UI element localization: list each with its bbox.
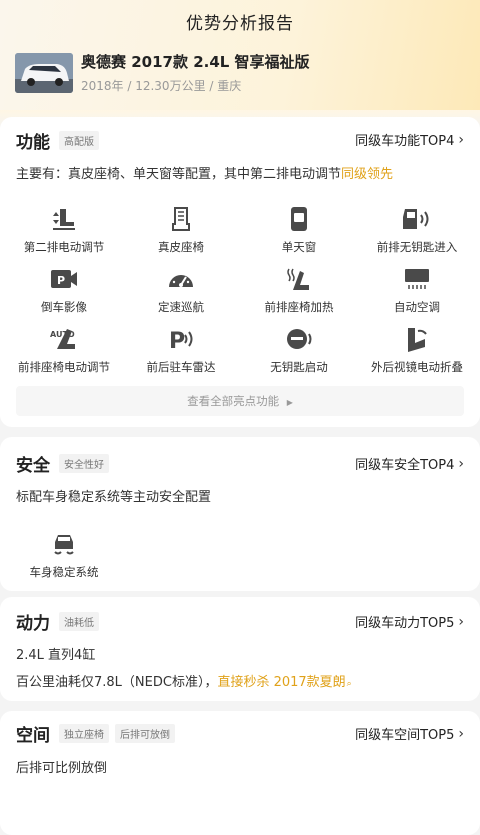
feature-label: 车身稳定系统 xyxy=(29,565,99,579)
features-card: 功能 高配版 同级车功能TOP4 › 主要有：真皮座椅、单天窗等配置，其中第二排… xyxy=(0,117,480,427)
feature-item[interactable]: 无钥匙启动 xyxy=(239,325,359,375)
power-card: 动力 油耗低 同级车动力TOP5 › 2.4L 直列4缸 百公里油耗仅7.8L（… xyxy=(0,597,480,701)
stability-control-icon xyxy=(54,535,74,555)
chevron-right-icon: › xyxy=(458,455,464,472)
section-tag: 高配版 xyxy=(59,131,99,150)
engine-spec: 2.4L 直列4缸 xyxy=(16,648,96,663)
section-title: 功能 xyxy=(16,133,50,153)
report-header: 优势分析报告 奥德赛 2017款 2.4L 智享福祉版 2018年 / 12.3… xyxy=(0,0,480,110)
safety-card: 安全 安全性好 同级车安全TOP4 › 标配车身稳定系统等主动安全配置 车身稳定… xyxy=(0,437,480,591)
chevron-right-icon: › xyxy=(458,613,464,630)
compare-link[interactable]: 直接秒杀 2017款夏朗⌕ xyxy=(217,675,351,690)
reverse-camera-icon: P xyxy=(51,270,77,288)
feature-label: 倒车影像 xyxy=(41,300,87,314)
feature-item[interactable]: 外后视镜电动折叠 xyxy=(357,325,477,375)
safety-top-link[interactable]: 同级车安全TOP4 › xyxy=(355,454,464,474)
car-thumbnail[interactable] xyxy=(15,53,73,93)
feature-item[interactable]: 真皮座椅 xyxy=(121,205,241,255)
sunroof-icon xyxy=(291,207,307,231)
svg-text:P: P xyxy=(169,329,185,353)
svg-text:P: P xyxy=(57,274,65,287)
seat-adjust-icon xyxy=(53,209,75,230)
chevron-right-icon: › xyxy=(458,725,464,742)
feature-label: 定速巡航 xyxy=(158,300,204,314)
leather-seat-icon xyxy=(172,207,190,231)
keyless-entry-icon xyxy=(403,209,429,229)
feature-item[interactable]: P 倒车影像 xyxy=(4,265,124,315)
power-top-link[interactable]: 同级车动力TOP5 › xyxy=(355,612,464,632)
feature-label: 前后驻车雷达 xyxy=(146,360,216,374)
feature-label: 无钥匙启动 xyxy=(270,360,328,374)
space-top-link-label: 同级车空间TOP5 xyxy=(355,728,455,743)
mirror-fold-icon xyxy=(408,328,427,352)
space-top-link[interactable]: 同级车空间TOP5 › xyxy=(355,724,464,744)
svg-text:AUTO: AUTO xyxy=(50,330,75,339)
section-tag: 后排可放倒 xyxy=(115,724,175,743)
features-desc-highlight: 同级领先 xyxy=(341,167,394,182)
section-title: 空间 xyxy=(16,726,50,746)
fuel-consumption-text: 百公里油耗仅7.8L（NEDC标准）， xyxy=(16,675,218,690)
features-top-link-label: 同级车功能TOP4 xyxy=(355,134,455,149)
feature-label: 第二排电动调节 xyxy=(23,240,105,254)
seat-heating-icon xyxy=(287,268,309,290)
fuel-consumption: 百公里油耗仅7.8L（NEDC标准），直接秒杀 2017款夏朗⌕ xyxy=(16,671,352,690)
power-top-link-label: 同级车动力TOP5 xyxy=(355,616,455,631)
features-desc: 主要有：真皮座椅、单天窗等配置，其中第二排电动调节同级领先 xyxy=(16,163,393,182)
section-title: 安全 xyxy=(16,456,50,476)
features-desc-text: 主要有：真皮座椅、单天窗等配置，其中第二排电动调节 xyxy=(16,167,342,182)
feature-item[interactable]: 自动空调 xyxy=(357,265,477,315)
chevron-right-icon: › xyxy=(458,131,464,148)
feature-item[interactable]: 单天窗 xyxy=(239,205,359,255)
feature-item[interactable]: P 前后驻车雷达 xyxy=(121,325,241,375)
feature-label: 前排座椅加热 xyxy=(264,300,334,314)
feature-label: 外后视镜电动折叠 xyxy=(371,360,463,374)
space-card: 空间 独立座椅 后排可放倒 同级车空间TOP5 › 后排可比例放倒 xyxy=(0,711,480,835)
view-all-features-button[interactable]: 查看全部亮点功能 ▶ xyxy=(16,386,464,416)
feature-item[interactable]: 定速巡航 xyxy=(121,265,241,315)
section-tag: 独立座椅 xyxy=(59,724,109,743)
view-all-features-label: 查看全部亮点功能 xyxy=(187,394,280,408)
page-title: 优势分析报告 xyxy=(186,14,294,34)
car-name: 奥德赛 2017款 2.4L 智享福祉版 xyxy=(81,53,310,71)
space-card-head: 空间 独立座椅 后排可放倒 xyxy=(16,721,175,746)
car-meta: 2018年 / 12.30万公里 / 重庆 xyxy=(81,79,242,93)
feature-item[interactable]: 前排座椅加热 xyxy=(239,265,359,315)
feature-label: 自动空调 xyxy=(394,300,440,314)
car-photo-icon xyxy=(15,53,73,93)
feature-label: 前排无钥匙进入 xyxy=(376,240,458,254)
parking-radar-icon: P xyxy=(169,329,193,353)
triangle-right-icon: ▶ xyxy=(286,398,293,407)
auto-ac-icon xyxy=(405,269,429,289)
feature-item[interactable]: 车身稳定系统 xyxy=(4,530,124,580)
space-desc: 后排可比例放倒 xyxy=(16,761,108,776)
auto-seat-icon: AUTO xyxy=(50,329,75,349)
section-title: 动力 xyxy=(16,614,50,634)
safety-desc: 标配车身稳定系统等主动安全配置 xyxy=(16,490,212,505)
feature-item[interactable]: AUTO 前排座椅电动调节 xyxy=(4,325,124,375)
features-top-link[interactable]: 同级车功能TOP4 › xyxy=(355,130,464,150)
section-tag: 安全性好 xyxy=(59,454,109,473)
compare-link-label: 直接秒杀 2017款夏朗 xyxy=(217,675,346,690)
keyless-start-icon xyxy=(287,329,312,349)
cruise-control-icon xyxy=(169,275,193,287)
safety-top-link-label: 同级车安全TOP4 xyxy=(355,458,455,473)
feature-label: 单天窗 xyxy=(281,240,317,254)
feature-item[interactable]: 前排无钥匙进入 xyxy=(357,205,477,255)
feature-label: 前排座椅电动调节 xyxy=(18,360,110,374)
feature-item[interactable]: 第二排电动调节 xyxy=(4,205,124,255)
power-card-head: 动力 油耗低 xyxy=(16,609,99,634)
search-icon: ⌕ xyxy=(346,679,352,689)
features-card-head: 功能 高配版 xyxy=(16,128,99,153)
safety-card-head: 安全 安全性好 xyxy=(16,451,109,476)
feature-label: 真皮座椅 xyxy=(158,240,204,254)
section-tag: 油耗低 xyxy=(59,612,99,631)
